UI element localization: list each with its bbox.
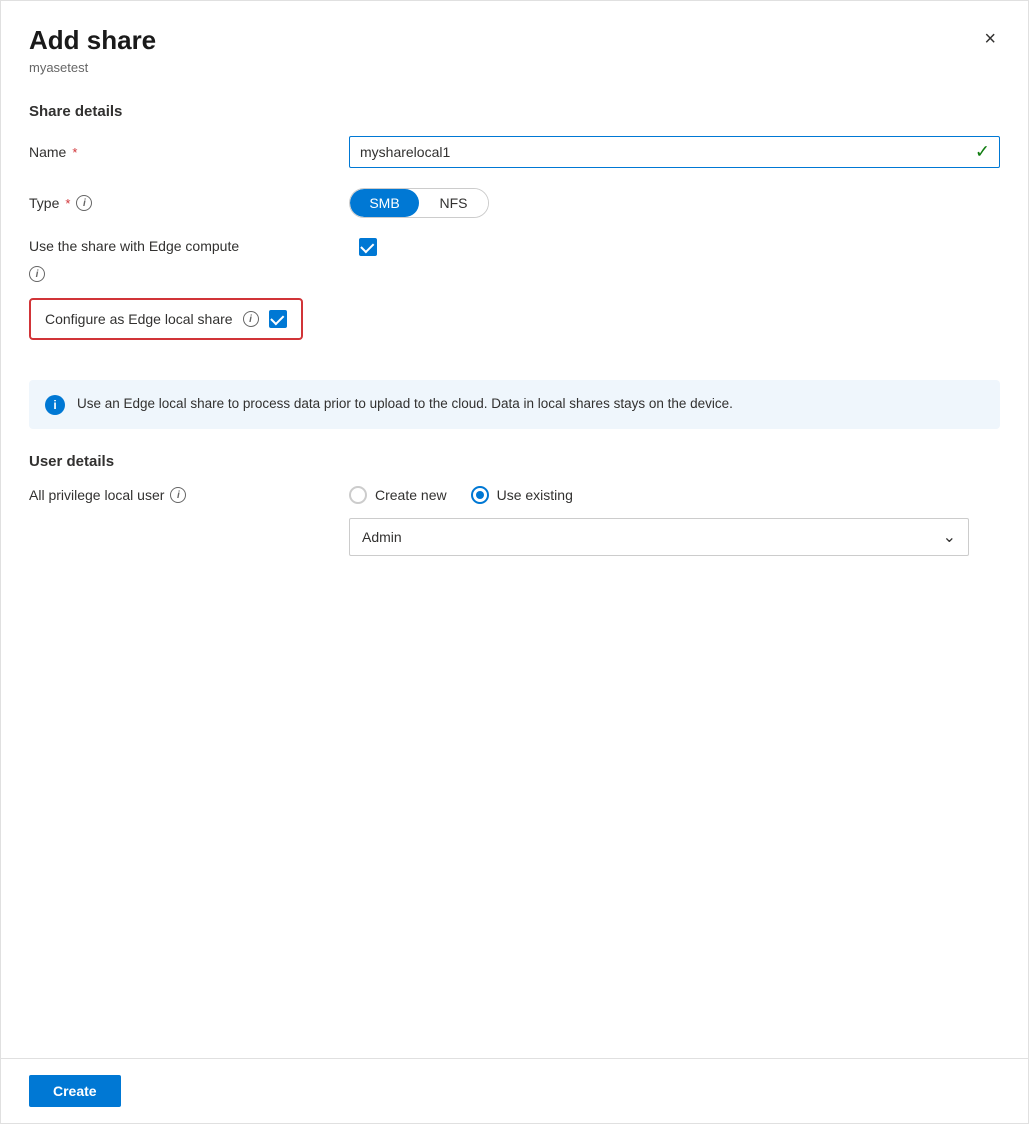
all-privilege-label-wrap: All privilege local user i [29,487,349,503]
add-share-dialog: Add share myasetest × Share details Name… [0,0,1029,1124]
name-row: Name * ✓ [29,136,1000,168]
dialog-footer: Create [1,1058,1028,1123]
edge-compute-label-wrap: Use the share with Edge compute i [29,238,1000,256]
edge-compute-checkbox[interactable] [359,238,377,256]
share-details-section-title: Share details [29,103,1000,120]
edge-local-box: Configure as Edge local share i [29,298,303,340]
radio-create-new-outer[interactable] [349,486,367,504]
admin-dropdown-wrap: Admin ⌄ [349,518,1000,556]
dialog-body: Share details Name * ✓ Type * i [1,83,1028,1058]
all-privilege-label: All privilege local user [29,487,164,503]
dialog-title: Add share [29,25,156,56]
name-label: Name * [29,144,349,160]
user-details-row: All privilege local user i Create new Us… [29,486,1000,504]
edge-compute-label-col: Use the share with Edge compute i [29,238,349,254]
info-banner: i Use an Edge local share to process dat… [29,380,1000,429]
name-valid-checkmark: ✓ [975,142,990,163]
create-button[interactable]: Create [29,1075,121,1107]
edge-compute-row: Use the share with Edge compute i [29,238,1000,256]
close-button[interactable]: × [980,25,1000,53]
radio-create-new-label: Create new [375,487,447,503]
type-label: Type * i [29,195,349,211]
chevron-down-icon: ⌄ [943,527,956,547]
type-nfs-option[interactable]: NFS [419,189,488,217]
header-title-group: Add share myasetest [29,25,156,75]
type-required-star: * [65,196,70,211]
dialog-header: Add share myasetest × [1,1,1028,83]
user-details-section-title: User details [29,453,1000,470]
type-row: Type * i SMB NFS [29,188,1000,218]
dialog-subtitle: myasetest [29,60,156,75]
admin-dropdown-value: Admin [362,529,402,545]
edge-local-checkbox[interactable] [269,310,287,328]
radio-use-existing-label: Use existing [497,487,573,503]
edge-local-label: Configure as Edge local share [45,311,233,327]
radio-create-new[interactable]: Create new [349,486,447,504]
radio-use-existing[interactable]: Use existing [471,486,573,504]
edge-local-container: Configure as Edge local share i [29,298,1000,360]
all-privilege-info-icon[interactable]: i [170,487,186,503]
type-toggle-group[interactable]: SMB NFS [349,188,489,218]
type-control-wrap: SMB NFS [349,188,1000,218]
name-input-wrapper: ✓ [349,136,1000,168]
radio-use-existing-inner [476,491,484,499]
type-info-icon[interactable]: i [76,195,92,211]
name-required-star: * [72,145,77,160]
type-smb-option[interactable]: SMB [350,189,419,217]
info-banner-text: Use an Edge local share to process data … [77,394,733,414]
name-input-wrap: ✓ [349,136,1000,168]
radio-use-existing-outer[interactable] [471,486,489,504]
radio-group: Create new Use existing [349,486,573,504]
edge-local-info-icon[interactable]: i [243,311,259,327]
edge-compute-label: Use the share with Edge compute [29,238,239,254]
admin-dropdown[interactable]: Admin ⌄ [349,518,969,556]
edge-compute-info-icon-below[interactable]: i [29,266,45,282]
name-input[interactable] [349,136,1000,168]
info-banner-icon: i [45,395,65,415]
